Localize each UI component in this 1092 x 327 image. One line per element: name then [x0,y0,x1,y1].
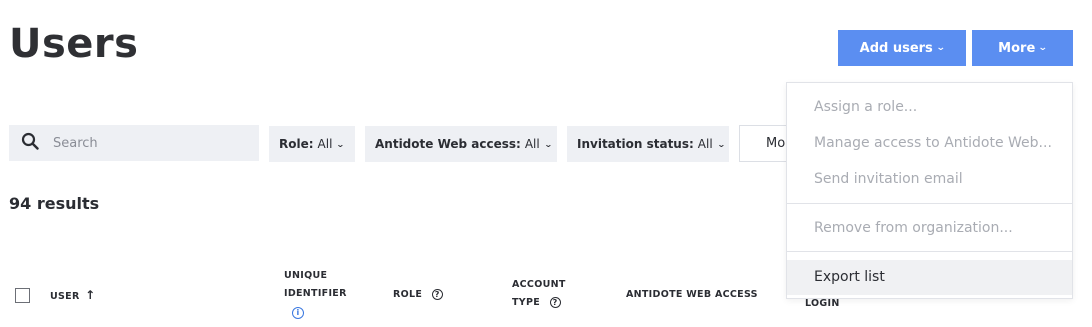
menu-item-manage-web-access[interactable]: Manage access to Antidote Web... [787,126,1072,161]
column-header-account-type: ACCOUNT TYPE ? [512,276,566,312]
more-label: More [998,40,1036,56]
account-header-line1: ACCOUNT [512,279,566,290]
column-header-user[interactable]: USER ↑ [50,286,96,306]
invitation-filter-label: Invitation status: [577,137,694,151]
user-header-label: USER [50,291,80,302]
account-header-line2: TYPE [512,297,541,308]
menu-item-remove-from-org[interactable]: Remove from organization... [787,211,1072,246]
add-users-label: Add users [859,40,933,56]
invitation-status-filter[interactable]: Invitation status: All ⌄ [567,126,729,162]
more-button[interactable]: More ⌄ [972,30,1073,66]
results-count: 94 results [9,194,100,213]
help-circle-icon[interactable]: ? [549,297,561,308]
select-all-checkbox[interactable] [15,288,30,303]
chevron-down-icon: ⌄ [935,43,946,53]
menu-divider [787,203,1072,204]
column-header-web-access: ANTIDOTE WEB ACCESS [626,289,758,300]
invitation-filter-value: All [697,137,713,151]
menu-divider [787,251,1072,252]
menu-item-assign-role[interactable]: Assign a role... [787,90,1072,125]
column-header-role: ROLE ? [393,286,443,304]
chevron-down-icon: ⌄ [1038,43,1048,53]
chevron-down-icon: ⌄ [716,139,726,149]
column-header-unique-identifier: UNIQUE IDENTIFIER i [284,267,347,320]
unique-header-line2: IDENTIFIER [284,288,347,299]
sort-ascending-icon: ↑ [85,288,96,302]
menu-item-export-list[interactable]: Export list [787,260,1072,295]
more-dropdown-menu: Assign a role... Manage access to Antido… [786,82,1073,299]
role-filter-value: All [317,137,333,151]
search-input[interactable] [51,134,245,152]
users-page: Users Add users ⌄ More ⌄ Role: All ⌄ Ant… [0,0,1092,327]
unique-header-line1: UNIQUE [284,270,328,281]
menu-item-send-invitation[interactable]: Send invitation email [787,162,1072,197]
help-circle-icon[interactable]: ? [431,289,443,300]
chevron-down-icon: ⌄ [543,139,553,149]
web-access-filter-value: All [524,137,540,151]
web-access-filter[interactable]: Antidote Web access: All ⌄ [365,126,557,162]
web-access-filter-label: Antidote Web access: [375,137,521,151]
add-users-button[interactable]: Add users ⌄ [838,30,966,66]
info-icon[interactable]: i [292,307,304,319]
role-filter[interactable]: Role: All ⌄ [269,126,355,162]
search-box [9,125,259,161]
more-filters-label: Mo [766,136,786,151]
role-header-label: ROLE [393,289,423,300]
chevron-down-icon: ⌄ [336,139,346,149]
search-icon [21,132,39,154]
role-filter-label: Role: [279,137,314,151]
page-title: Users [9,21,139,67]
